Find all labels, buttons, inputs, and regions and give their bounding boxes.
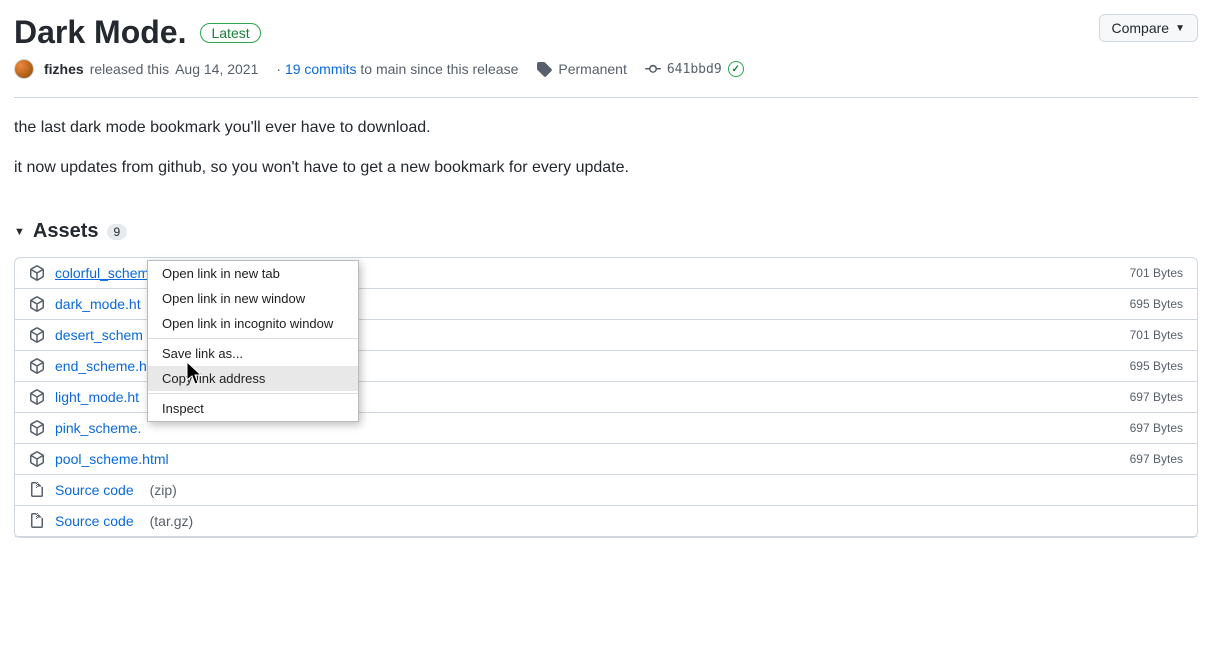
asset-size: 701 Bytes	[1130, 266, 1183, 280]
tag-item[interactable]: Permanent	[536, 61, 626, 77]
zip-icon	[29, 513, 45, 529]
commit-hash: 641bbd9	[667, 62, 722, 77]
sep-dot: ·	[276, 61, 281, 77]
assets-count-badge: 9	[107, 224, 128, 240]
asset-size: 697 Bytes	[1130, 390, 1183, 404]
commit-item[interactable]: 641bbd9 ✓	[645, 61, 744, 77]
asset-size: 695 Bytes	[1130, 297, 1183, 311]
ctx-item[interactable]: Open link in new window	[148, 286, 358, 311]
asset-ext: (zip)	[150, 482, 177, 498]
asset-size: 697 Bytes	[1130, 452, 1183, 466]
asset-link[interactable]: dark_mode.ht	[55, 296, 141, 312]
verified-icon[interactable]: ✓	[728, 61, 744, 77]
author-link[interactable]: fizhes	[44, 61, 84, 77]
asset-link[interactable]: pool_scheme.html	[55, 451, 169, 467]
tag-icon	[536, 61, 552, 77]
asset-link[interactable]: pink_scheme.	[55, 420, 141, 436]
package-icon	[29, 451, 45, 467]
release-body: the last dark mode bookmark you'll ever …	[14, 116, 1198, 180]
release-header: Dark Mode. Latest Compare ▼	[14, 14, 1198, 51]
package-icon	[29, 389, 45, 405]
release-container: Dark Mode. Latest Compare ▼ fizhes relea…	[0, 0, 1212, 538]
caret-down-icon: ▼	[1175, 23, 1185, 34]
asset-left: desert_schem	[29, 327, 143, 343]
asset-size: 695 Bytes	[1130, 359, 1183, 373]
compare-label: Compare	[1112, 20, 1170, 36]
avatar[interactable]	[14, 59, 34, 79]
asset-left: dark_mode.ht	[29, 296, 141, 312]
ctx-item[interactable]: Open link in new tab	[148, 261, 358, 286]
ctx-item[interactable]: Save link as...	[148, 341, 358, 366]
separator	[14, 97, 1198, 98]
asset-link[interactable]: Source code	[55, 482, 134, 498]
package-icon	[29, 327, 45, 343]
compare-button[interactable]: Compare ▼	[1099, 14, 1199, 42]
assets-toggle[interactable]: ▼ Assets 9	[14, 220, 1198, 243]
asset-left: pink_scheme.	[29, 420, 141, 436]
author-line: fizhes released this Aug 14, 2021	[14, 59, 258, 79]
asset-left: Source code (tar.gz)	[29, 513, 193, 529]
ctx-item[interactable]: Open link in incognito window	[148, 311, 358, 336]
asset-link[interactable]: desert_schem	[55, 327, 143, 343]
ctx-item[interactable]: Copy link address	[148, 366, 358, 391]
ctx-item[interactable]: Inspect	[148, 396, 358, 421]
context-menu: Open link in new tabOpen link in new win…	[147, 260, 359, 422]
asset-left: light_mode.ht	[29, 389, 139, 405]
tag-label: Permanent	[558, 61, 626, 77]
asset-link[interactable]: light_mode.ht	[55, 389, 139, 405]
package-icon	[29, 420, 45, 436]
asset-ext: (tar.gz)	[150, 513, 194, 529]
asset-row: Source code (tar.gz)	[15, 506, 1197, 537]
latest-badge: Latest	[200, 23, 260, 43]
asset-left: end_scheme.h	[29, 358, 147, 374]
zip-icon	[29, 482, 45, 498]
release-date: Aug 14, 2021	[175, 61, 258, 77]
asset-size: 701 Bytes	[1130, 328, 1183, 342]
asset-row: Source code (zip)	[15, 475, 1197, 506]
released-text: released this	[90, 61, 169, 77]
disclosure-icon: ▼	[14, 226, 25, 238]
asset-link[interactable]: Source code	[55, 513, 134, 529]
commits-link[interactable]: 19 commits	[285, 61, 357, 77]
package-icon	[29, 296, 45, 312]
assets-list: colorful_scheme.html701 Bytesdark_mode.h…	[14, 257, 1198, 538]
ctx-divider	[148, 393, 358, 394]
asset-left: pool_scheme.html	[29, 451, 169, 467]
asset-left: Source code (zip)	[29, 482, 177, 498]
commits-suffix: to main since this release	[357, 61, 519, 77]
body-line-1: the last dark mode bookmark you'll ever …	[14, 116, 1198, 140]
body-line-2: it now updates from github, so you won't…	[14, 156, 1198, 180]
asset-size: 697 Bytes	[1130, 421, 1183, 435]
asset-link[interactable]: end_scheme.h	[55, 358, 147, 374]
release-meta: fizhes released this Aug 14, 2021 · 19 c…	[14, 59, 1198, 79]
assets-title: Assets	[33, 220, 99, 243]
package-icon	[29, 265, 45, 281]
asset-row: pool_scheme.html 697 Bytes	[15, 444, 1197, 475]
release-title: Dark Mode.	[14, 14, 186, 51]
commits-info: · 19 commits to main since this release	[276, 61, 518, 77]
commit-icon	[645, 61, 661, 77]
package-icon	[29, 358, 45, 374]
ctx-divider	[148, 338, 358, 339]
title-group: Dark Mode. Latest	[14, 14, 261, 51]
